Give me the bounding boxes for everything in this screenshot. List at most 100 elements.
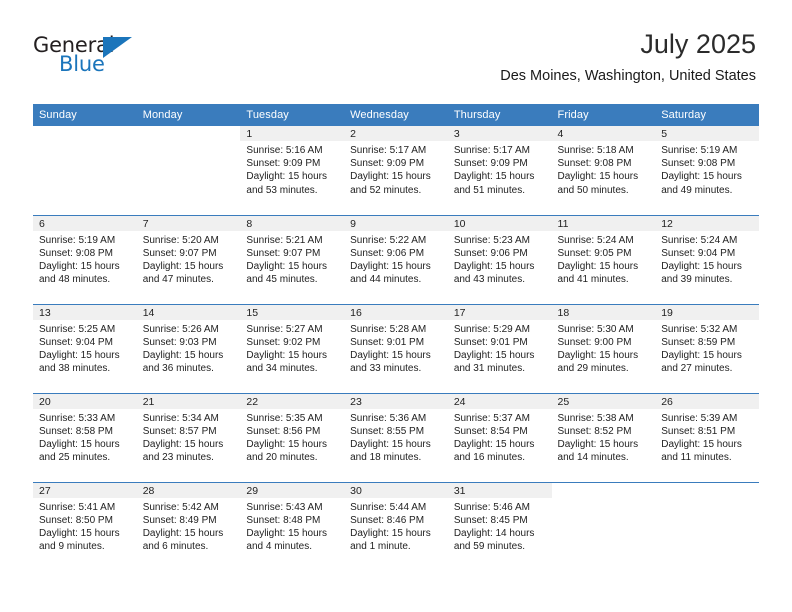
daylight-text-line1: Daylight: 15 hours (246, 349, 328, 361)
sunrise-text: Sunrise: 5:33 AM (39, 412, 116, 424)
day-cell-19[interactable]: 19 Sunrise: 5:32 AM Sunset: 8:59 PM Dayligh… (655, 304, 759, 393)
daylight-text-line1: Daylight: 15 hours (661, 260, 742, 272)
calendar-day-cell: 10 Sunrise: 5:23 AM Sunset: 9:06 PM Dayligh… (447, 214, 552, 304)
day-cell-26[interactable]: 26 Sunrise: 5:39 AM Sunset: 8:51 PM Dayligh… (655, 393, 759, 482)
sunset-text: Sunset: 9:06 PM (453, 247, 528, 259)
day-cell-9[interactable]: 9 Sunrise: 5:22 AM Sunset: 9:06 PM Daylight… (344, 215, 448, 304)
day-cell-12[interactable]: 12 Sunrise: 5:24 AM Sunset: 9:04 PM Dayligh… (655, 215, 759, 304)
page-header: General Blue July 2025 Des Moines, Washi… (0, 0, 792, 100)
day-cell-16[interactable]: 16 Sunrise: 5:28 AM Sunset: 9:01 PM Dayligh… (344, 304, 448, 393)
day-cell-6[interactable]: 6 Sunrise: 5:19 AM Sunset: 9:08 PM Daylight… (33, 215, 137, 304)
day-details: Sunrise: 5:28 AM Sunset: 9:01 PM Daylight:… (344, 320, 448, 376)
calendar-day-cell: 9 Sunrise: 5:22 AM Sunset: 9:06 PM Daylight… (344, 214, 448, 304)
day-number: 16 (344, 304, 448, 320)
day-cell-15[interactable]: 15 Sunrise: 5:27 AM Sunset: 9:02 PM Dayligh… (240, 304, 345, 393)
calendar-week-row: 20 Sunrise: 5:33 AM Sunset: 8:58 PM Dayligh… (33, 392, 759, 482)
daylight-text-line2: and 20 minutes. (246, 452, 318, 464)
sunset-text: Sunset: 9:09 PM (453, 158, 528, 170)
day-cell-29[interactable]: 29 Sunrise: 5:43 AM Sunset: 8:48 PM Dayligh… (240, 482, 345, 571)
daylight-text-line2: and 45 minutes. (246, 274, 318, 286)
daylight-text-line2: and 48 minutes. (39, 274, 111, 286)
day-cell-17[interactable]: 17 Sunrise: 5:29 AM Sunset: 9:01 PM Dayligh… (447, 304, 552, 393)
sunrise-text: Sunrise: 5:39 AM (661, 412, 738, 424)
day-details: Sunrise: 5:33 AM Sunset: 8:58 PM Daylight:… (33, 409, 137, 465)
daylight-text-line1: Daylight: 14 hours (453, 527, 535, 539)
day-cell-21[interactable]: 21 Sunrise: 5:34 AM Sunset: 8:57 PM Dayligh… (136, 393, 241, 482)
page-title: July 2025 (640, 29, 756, 59)
day-cell-22[interactable]: 22 Sunrise: 5:35 AM Sunset: 8:56 PM Dayligh… (240, 393, 345, 482)
day-number (137, 126, 241, 141)
day-cell-27[interactable]: 27 Sunrise: 5:41 AM Sunset: 8:50 PM Dayligh… (33, 482, 137, 571)
calendar-day-cell: 28 Sunrise: 5:42 AM Sunset: 8:49 PM Dayligh… (136, 481, 241, 571)
daylight-text-line1: Daylight: 15 hours (246, 171, 328, 183)
calendar-day-cell (137, 126, 241, 215)
day-number: 21 (136, 393, 241, 409)
calendar-day-cell: 22 Sunrise: 5:35 AM Sunset: 8:56 PM Dayligh… (240, 392, 345, 482)
sunset-text: Sunset: 8:51 PM (661, 425, 736, 437)
calendar-day-cell (655, 481, 759, 571)
sunrise-text: Sunrise: 5:19 AM (39, 234, 116, 246)
day-cell-14[interactable]: 14 Sunrise: 5:26 AM Sunset: 9:03 PM Dayligh… (136, 304, 241, 393)
day-cell-7[interactable]: 7 Sunrise: 5:20 AM Sunset: 9:07 PM Daylight… (136, 215, 241, 304)
day-details: Sunrise: 5:24 AM Sunset: 9:04 PM Daylight:… (655, 231, 759, 287)
day-cell-8[interactable]: 8 Sunrise: 5:21 AM Sunset: 9:07 PM Daylight… (240, 215, 345, 304)
daylight-text-line1: Daylight: 15 hours (661, 349, 742, 361)
day-cell-3[interactable]: 3 Sunrise: 5:17 AM Sunset: 9:09 PM Daylight… (447, 126, 552, 214)
calendar-week-row: 6 Sunrise: 5:19 AM Sunset: 9:08 PM Daylight… (33, 214, 759, 304)
day-number: 23 (344, 393, 448, 409)
sunset-text: Sunset: 8:56 PM (246, 425, 321, 437)
calendar-day-cell: 19 Sunrise: 5:32 AM Sunset: 8:59 PM Dayligh… (655, 303, 759, 393)
sunset-text: Sunset: 9:09 PM (246, 158, 321, 170)
day-number: 19 (655, 304, 759, 320)
day-cell-28[interactable]: 28 Sunrise: 5:42 AM Sunset: 8:49 PM Dayligh… (136, 482, 241, 571)
day-cell-empty (552, 483, 656, 571)
day-cell-10[interactable]: 10 Sunrise: 5:23 AM Sunset: 9:06 PM Dayligh… (447, 215, 552, 304)
day-cell-18[interactable]: 18 Sunrise: 5:30 AM Sunset: 9:00 PM Dayligh… (551, 304, 656, 393)
weekday-header-tuesday: Tuesday (240, 104, 345, 126)
calendar-day-cell: 30 Sunrise: 5:44 AM Sunset: 8:46 PM Dayligh… (344, 481, 448, 571)
day-cell-25[interactable]: 25 Sunrise: 5:38 AM Sunset: 8:52 PM Dayligh… (551, 393, 656, 482)
day-cell-30[interactable]: 30 Sunrise: 5:44 AM Sunset: 8:46 PM Dayligh… (344, 482, 448, 571)
day-details: Sunrise: 5:23 AM Sunset: 9:06 PM Daylight:… (448, 231, 552, 287)
day-details: Sunrise: 5:18 AM Sunset: 9:08 PM Daylight:… (552, 141, 656, 197)
day-cell-4[interactable]: 4 Sunrise: 5:18 AM Sunset: 9:08 PM Daylight… (551, 126, 656, 214)
general-blue-logo[interactable]: General Blue (33, 34, 153, 82)
day-cell-5[interactable]: 5 Sunrise: 5:19 AM Sunset: 9:08 PM Daylight… (655, 126, 759, 214)
daylight-text-line1: Daylight: 15 hours (142, 438, 224, 450)
day-cell-empty (655, 483, 759, 571)
day-cell-11[interactable]: 11 Sunrise: 5:24 AM Sunset: 9:05 PM Dayligh… (551, 215, 656, 304)
day-details: Sunrise: 5:17 AM Sunset: 9:09 PM Daylight:… (344, 141, 448, 197)
daylight-text-line1: Daylight: 15 hours (246, 260, 328, 272)
sunrise-text: Sunrise: 5:46 AM (453, 501, 530, 513)
calendar-day-cell: 7 Sunrise: 5:20 AM Sunset: 9:07 PM Daylight… (136, 214, 241, 304)
calendar-day-cell: 29 Sunrise: 5:43 AM Sunset: 8:48 PM Dayligh… (240, 481, 345, 571)
sunset-text: Sunset: 9:06 PM (350, 247, 425, 259)
sunset-text: Sunset: 9:02 PM (246, 336, 321, 348)
sunrise-text: Sunrise: 5:18 AM (557, 145, 634, 156)
day-cell-13[interactable]: 13 Sunrise: 5:25 AM Sunset: 9:04 PM Dayligh… (33, 304, 137, 393)
day-cell-23[interactable]: 23 Sunrise: 5:36 AM Sunset: 8:55 PM Dayligh… (344, 393, 448, 482)
day-cell-24[interactable]: 24 Sunrise: 5:37 AM Sunset: 8:54 PM Dayligh… (447, 393, 552, 482)
sunrise-text: Sunrise: 5:17 AM (453, 145, 530, 156)
daylight-text-line2: and 1 minute. (350, 541, 411, 553)
day-cell-31[interactable]: 31 Sunrise: 5:46 AM Sunset: 8:45 PM Dayligh… (447, 482, 552, 571)
daylight-text-line1: Daylight: 15 hours (453, 171, 535, 183)
calendar-day-cell: 1 Sunrise: 5:16 AM Sunset: 9:09 PM Daylight… (240, 126, 345, 215)
day-details: Sunrise: 5:42 AM Sunset: 8:49 PM Daylight:… (137, 498, 241, 554)
calendar-day-cell: 11 Sunrise: 5:24 AM Sunset: 9:05 PM Dayligh… (551, 214, 656, 304)
calendar-body: 1 Sunrise: 5:16 AM Sunset: 9:09 PM Daylight… (33, 126, 759, 571)
daylight-text-line2: and 11 minutes. (661, 452, 732, 464)
day-number: 22 (240, 393, 345, 409)
day-details: Sunrise: 5:39 AM Sunset: 8:51 PM Daylight:… (655, 409, 759, 465)
sunset-text: Sunset: 9:07 PM (142, 247, 217, 259)
sunset-text: Sunset: 8:52 PM (557, 425, 632, 437)
day-details: Sunrise: 5:46 AM Sunset: 8:45 PM Daylight:… (448, 498, 552, 554)
day-cell-20[interactable]: 20 Sunrise: 5:33 AM Sunset: 8:58 PM Dayligh… (33, 393, 137, 482)
daylight-text-line1: Daylight: 15 hours (453, 260, 535, 272)
day-cell-2[interactable]: 2 Sunrise: 5:17 AM Sunset: 9:09 PM Daylight… (344, 126, 448, 214)
day-cell-1[interactable]: 1 Sunrise: 5:16 AM Sunset: 9:09 PM Daylight… (240, 126, 345, 214)
day-details: Sunrise: 5:25 AM Sunset: 9:04 PM Daylight:… (33, 320, 137, 376)
calendar-header-row: Sunday Monday Tuesday Wednesday Thursday… (33, 104, 759, 126)
calendar-day-cell: 17 Sunrise: 5:29 AM Sunset: 9:01 PM Dayligh… (447, 303, 552, 393)
day-number: 12 (655, 215, 759, 231)
